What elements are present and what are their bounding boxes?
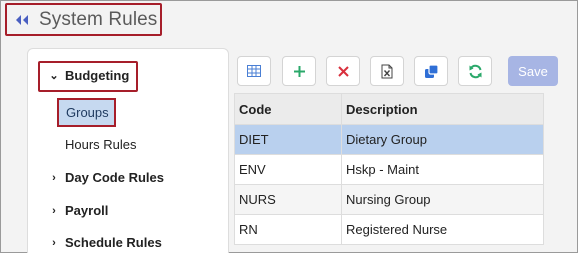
table-row[interactable]: NURS Nursing Group [234,184,544,215]
table-header-row: Code Description [234,93,544,125]
sidebar-item-label: Payroll [65,203,109,218]
cell-description: Registered Nurse [341,214,544,245]
chevron-right-icon: › [52,171,56,184]
sidebar-item-label: Hours Rules [65,137,137,152]
cell-code: DIET [234,124,342,155]
excel-export-button[interactable] [370,56,404,86]
chevron-down-icon: ⌄ [49,70,59,82]
rules-table: Code Description DIET Dietary Group ENV … [234,93,544,245]
sidebar-item-payroll[interactable]: › Payroll [48,203,108,218]
delete-icon [337,65,349,77]
copy-button[interactable] [414,56,448,86]
cell-description: Hskp - Maint [341,154,544,185]
sidebar-item-label: Groups [66,105,109,120]
save-button[interactable]: Save [508,56,558,86]
table-row[interactable]: RN Registered Nurse [234,214,544,245]
refresh-icon [469,64,481,78]
page-title: System Rules [39,9,158,30]
sidebar-item-budgeting[interactable]: ⌄ Budgeting [48,68,129,83]
add-button[interactable] [282,56,316,86]
chevron-right-icon: › [52,204,56,217]
sidebar-item-label: Schedule Rules [65,235,162,250]
cell-description: Nursing Group [341,184,544,215]
copy-icon [424,63,439,78]
column-header-description[interactable]: Description [341,93,544,125]
page-header: System Rules [5,3,162,36]
sidebar-item-day-code-rules[interactable]: › Day Code Rules [48,170,164,185]
sidebar-item-hours-rules[interactable]: Hours Rules [65,137,137,152]
cell-code: NURS [234,184,342,215]
refresh-button[interactable] [458,56,492,86]
table-row[interactable]: ENV Hskp - Maint [234,154,544,185]
double-chevron-left-icon[interactable] [15,14,29,26]
cell-code: RN [234,214,342,245]
sidebar-item-label: Budgeting [65,68,130,83]
add-icon [293,65,305,77]
cell-code: ENV [234,154,342,185]
cell-description: Dietary Group [341,124,544,155]
table-row[interactable]: DIET Dietary Group [234,124,544,155]
sidebar-item-schedule-rules[interactable]: › Schedule Rules [48,235,162,250]
excel-export-icon [381,64,393,78]
delete-button[interactable] [326,56,360,86]
sidebar-item-label: Day Code Rules [65,170,164,185]
grid-view-icon [247,65,261,77]
column-header-code[interactable]: Code [234,93,342,125]
sidebar-item-groups[interactable]: Groups [57,98,116,127]
chevron-right-icon: › [52,236,56,249]
grid-view-button[interactable] [237,56,271,86]
